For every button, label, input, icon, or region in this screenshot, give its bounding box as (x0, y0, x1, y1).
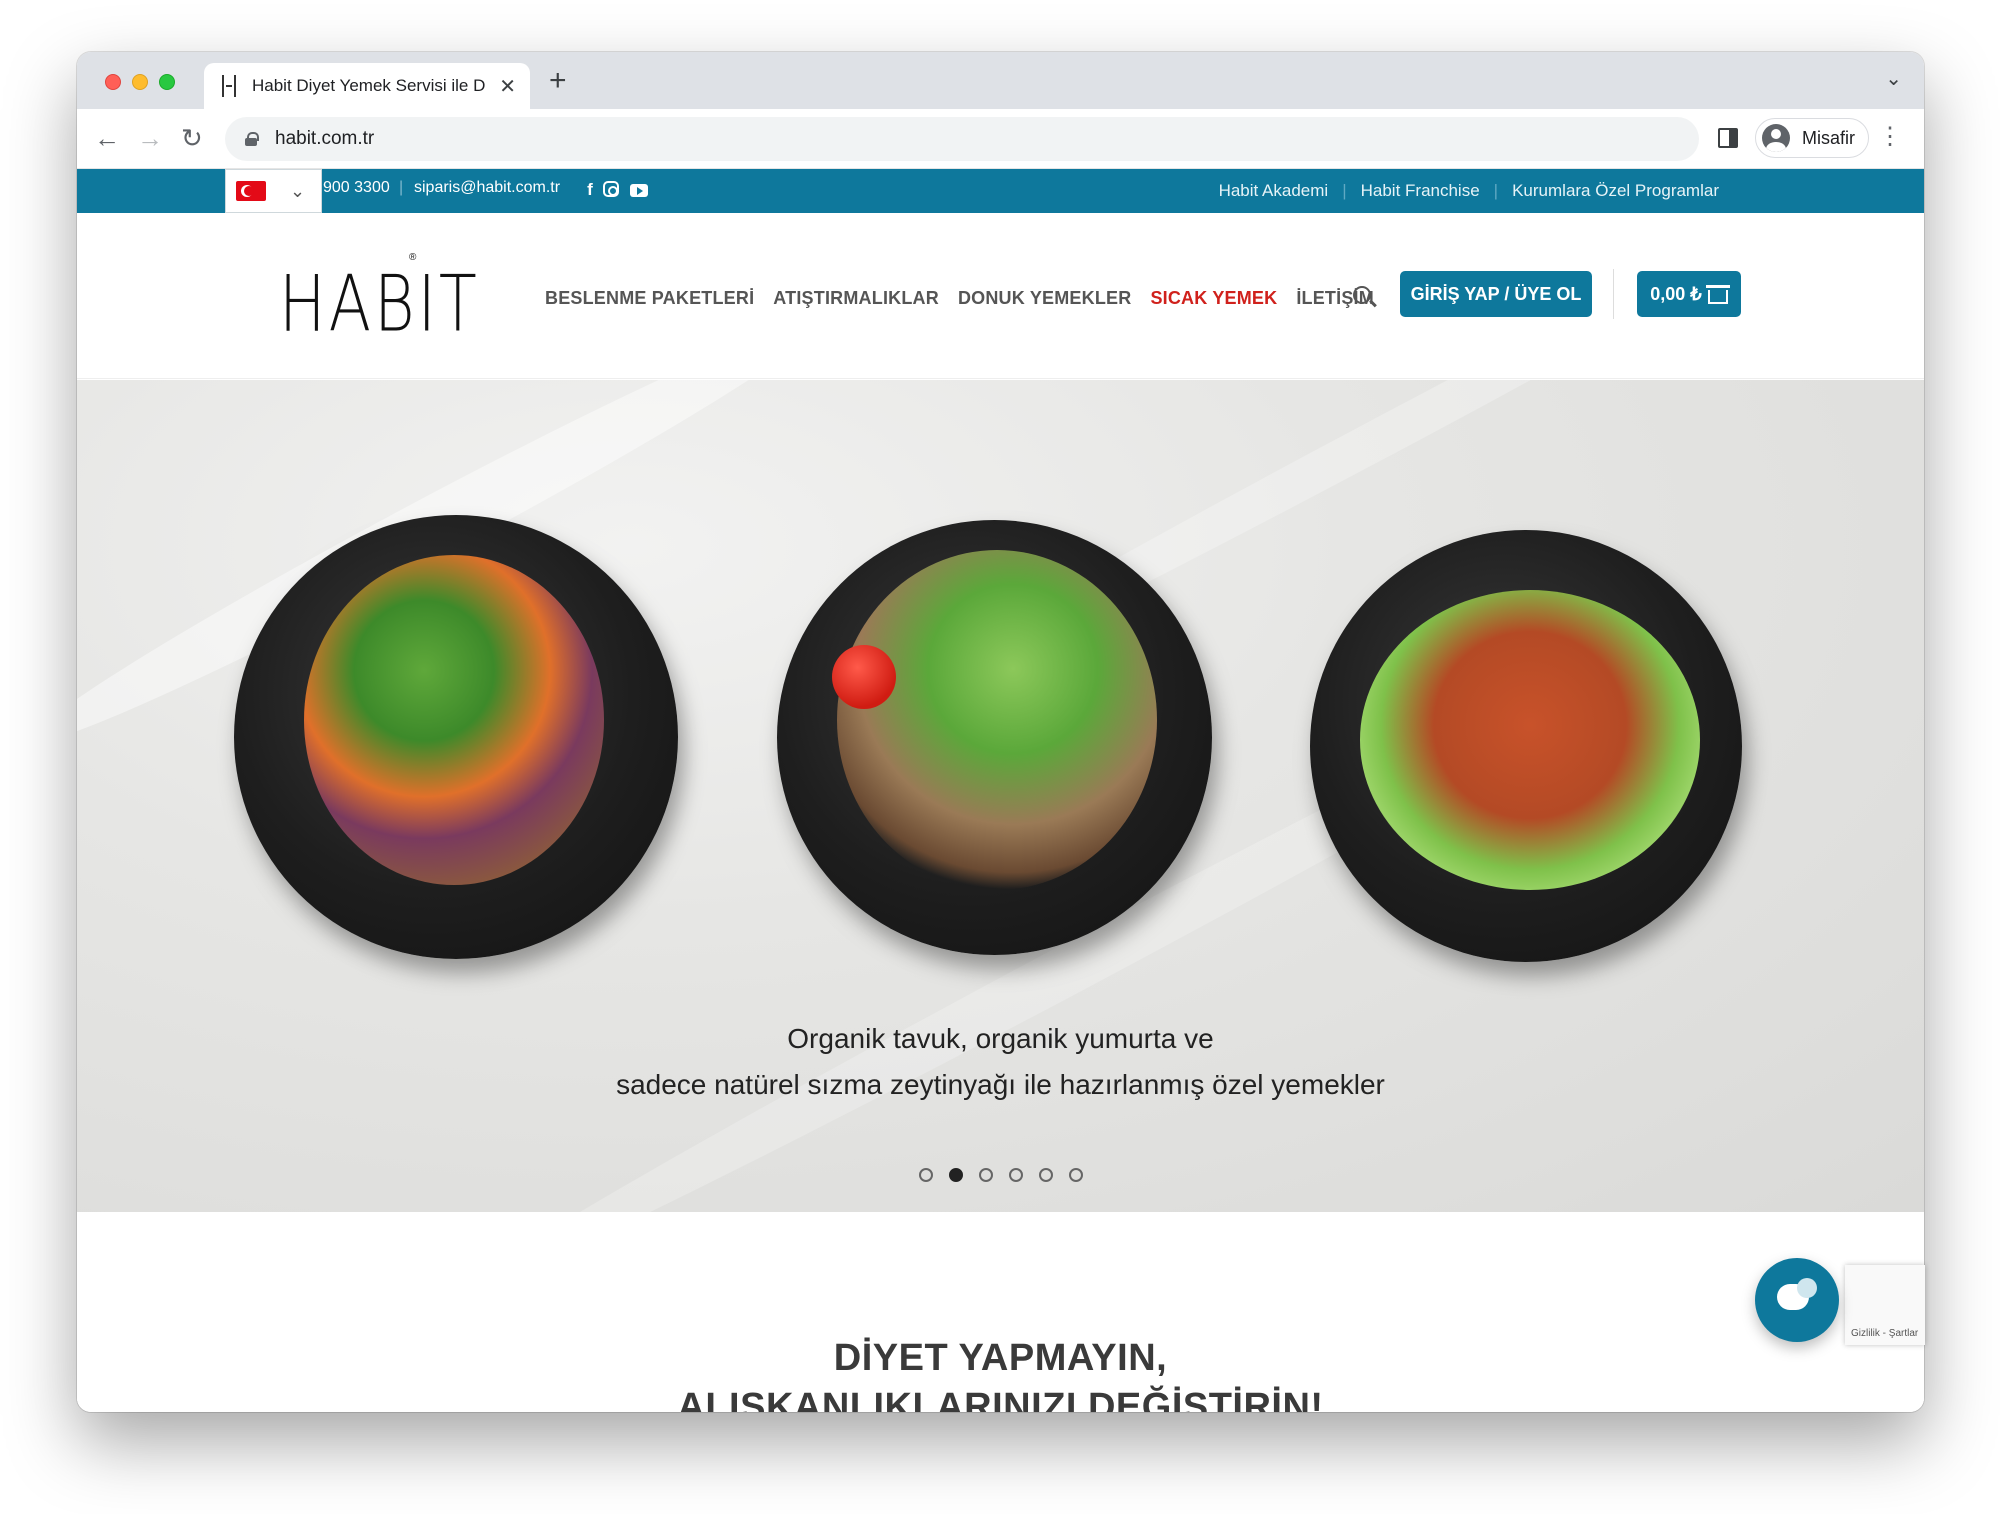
forward-arrow-icon[interactable]: → (137, 123, 163, 153)
tab-title: Habit Diyet Yemek Servisi ile D (252, 76, 486, 95)
divider: | (1493, 181, 1499, 200)
facebook-icon[interactable]: f (581, 181, 599, 199)
top-bar: ⌄ 900 3300 | siparis@habit.com.tr f Habi… (77, 169, 1924, 213)
mixed-plate-image (777, 520, 1212, 955)
profile-name: Misafir (1802, 127, 1855, 148)
browser-window: Habit Diyet Yemek Servisi ile D ✕ + ⌄ ← … (77, 52, 1924, 1412)
chevron-down-icon: ⌄ (290, 180, 306, 201)
slider-dot-2[interactable] (948, 1168, 963, 1182)
section-title-line-2: ALIŞKANLIKLARINIZI DEĞİŞTİRİN! (677, 1386, 1324, 1412)
divider: | (1342, 181, 1347, 200)
mixed-food (837, 550, 1157, 890)
menu-kebab-icon[interactable]: ⋮ (1878, 123, 1902, 151)
main-nav: BESLENME PAKETLERİ ATIŞTIRMALIKLAR DONUK… (545, 288, 1393, 309)
screenshot: Habit Diyet Yemek Servisi ile D ✕ + ⌄ ← … (0, 0, 2000, 1514)
side-panel-icon[interactable] (1718, 128, 1738, 148)
salad-plate-image (234, 515, 678, 959)
slider-dot-1[interactable] (918, 1168, 933, 1182)
top-link-franchise[interactable]: Habit Franchise (1361, 181, 1480, 201)
hero-caption-line-1: Organik tavuk, organik yumurta ve (787, 1023, 1214, 1054)
cart-total: 0,00 ₺ (1650, 283, 1702, 304)
turkey-flag-icon (236, 181, 266, 201)
youtube-icon[interactable] (630, 184, 648, 197)
chat-widget-button[interactable] (1755, 1258, 1839, 1342)
hero-slider[interactable]: Organik tavuk, organik yumurta ve sadece… (77, 380, 1924, 1212)
web-page: ⌄ 900 3300 | siparis@habit.com.tr f Habi… (77, 169, 1924, 1412)
divider (1613, 269, 1614, 319)
instagram-icon[interactable] (603, 181, 619, 197)
intro-section: DİYET YAPMAYIN, ALIŞKANLIKLARINIZI DEĞİŞ… (77, 1212, 1924, 1412)
tab-strip: Habit Diyet Yemek Servisi ile D ✕ + ⌄ (77, 52, 1924, 109)
habit-logo[interactable]: HABIT ® (279, 252, 477, 349)
divider: | (399, 179, 404, 196)
nav-atistirmaliklar[interactable]: ATIŞTIRMALIKLAR (773, 288, 939, 309)
cart-button[interactable]: 0,00 ₺ (1637, 271, 1741, 317)
top-link-kurumlar[interactable]: Kurumlara Özel Programlar (1512, 181, 1719, 201)
top-link-akademi[interactable]: Habit Akademi (1219, 181, 1329, 201)
address-bar[interactable]: habit.com.tr (225, 117, 1699, 161)
slider-dot-5[interactable] (1038, 1168, 1053, 1182)
url-text[interactable]: habit.com.tr (275, 128, 374, 150)
slider-dot-6[interactable] (1068, 1168, 1083, 1182)
section-title-line-1: DİYET YAPMAYIN, (833, 1337, 1168, 1379)
tomato (832, 645, 896, 709)
browser-toolbar: ← → ↻ habit.com.tr Misafir ⋮ (77, 109, 1924, 169)
chevron-down-icon[interactable]: ⌄ (1885, 66, 1902, 91)
close-tab-icon[interactable]: ✕ (499, 74, 516, 99)
basket-icon (1705, 285, 1730, 304)
login-register-button[interactable]: GİRİŞ YAP / ÜYE OL (1400, 271, 1592, 317)
nav-sicak-yemek[interactable]: SICAK YEMEK (1150, 288, 1277, 309)
habit-favicon-icon (222, 75, 236, 97)
recaptcha-badge[interactable]: Gizlilik - Şartlar (1845, 1265, 1925, 1345)
kofte-plate-image (1310, 530, 1742, 962)
avatar-icon (1762, 124, 1790, 152)
site-header: HABIT ® BESLENME PAKETLERİ ATIŞTIRMALIKL… (77, 213, 1924, 379)
slider-dot-3[interactable] (978, 1168, 993, 1182)
maximize-window-button[interactable] (159, 74, 175, 90)
slider-dot-4[interactable] (1008, 1168, 1023, 1182)
lock-icon[interactable] (245, 132, 259, 146)
email-link[interactable]: siparis@habit.com.tr (414, 179, 560, 197)
back-arrow-icon[interactable]: ← (94, 123, 120, 153)
kofte-food (1360, 590, 1700, 890)
profile-button[interactable]: Misafir (1755, 118, 1869, 158)
top-links: Habit Akademi | Habit Franchise | Kuruml… (1219, 181, 1719, 201)
hero-caption-line-2: sadece natürel sızma zeytinyağı ile hazı… (616, 1069, 1385, 1100)
recaptcha-label: Gizlilik - Şartlar (1851, 1328, 1919, 1339)
nav-donuk-yemekler[interactable]: DONUK YEMEKLER (958, 288, 1131, 309)
close-window-button[interactable] (105, 74, 121, 90)
registered-mark-icon: ® (409, 252, 417, 263)
slider-dots (77, 1168, 1924, 1182)
language-selector[interactable]: ⌄ (225, 169, 322, 213)
minimize-window-button[interactable] (132, 74, 148, 90)
nav-beslenme-paketleri[interactable]: BESLENME PAKETLERİ (545, 288, 754, 309)
logo-text: HABIT (279, 258, 480, 350)
search-icon[interactable] (1353, 286, 1371, 304)
reload-icon[interactable]: ↻ (181, 123, 203, 153)
browser-tab[interactable]: Habit Diyet Yemek Servisi ile D ✕ (204, 63, 530, 109)
phone-link[interactable]: 900 3300 (323, 179, 390, 197)
salad-food (304, 555, 604, 885)
new-tab-icon[interactable]: + (549, 66, 567, 96)
